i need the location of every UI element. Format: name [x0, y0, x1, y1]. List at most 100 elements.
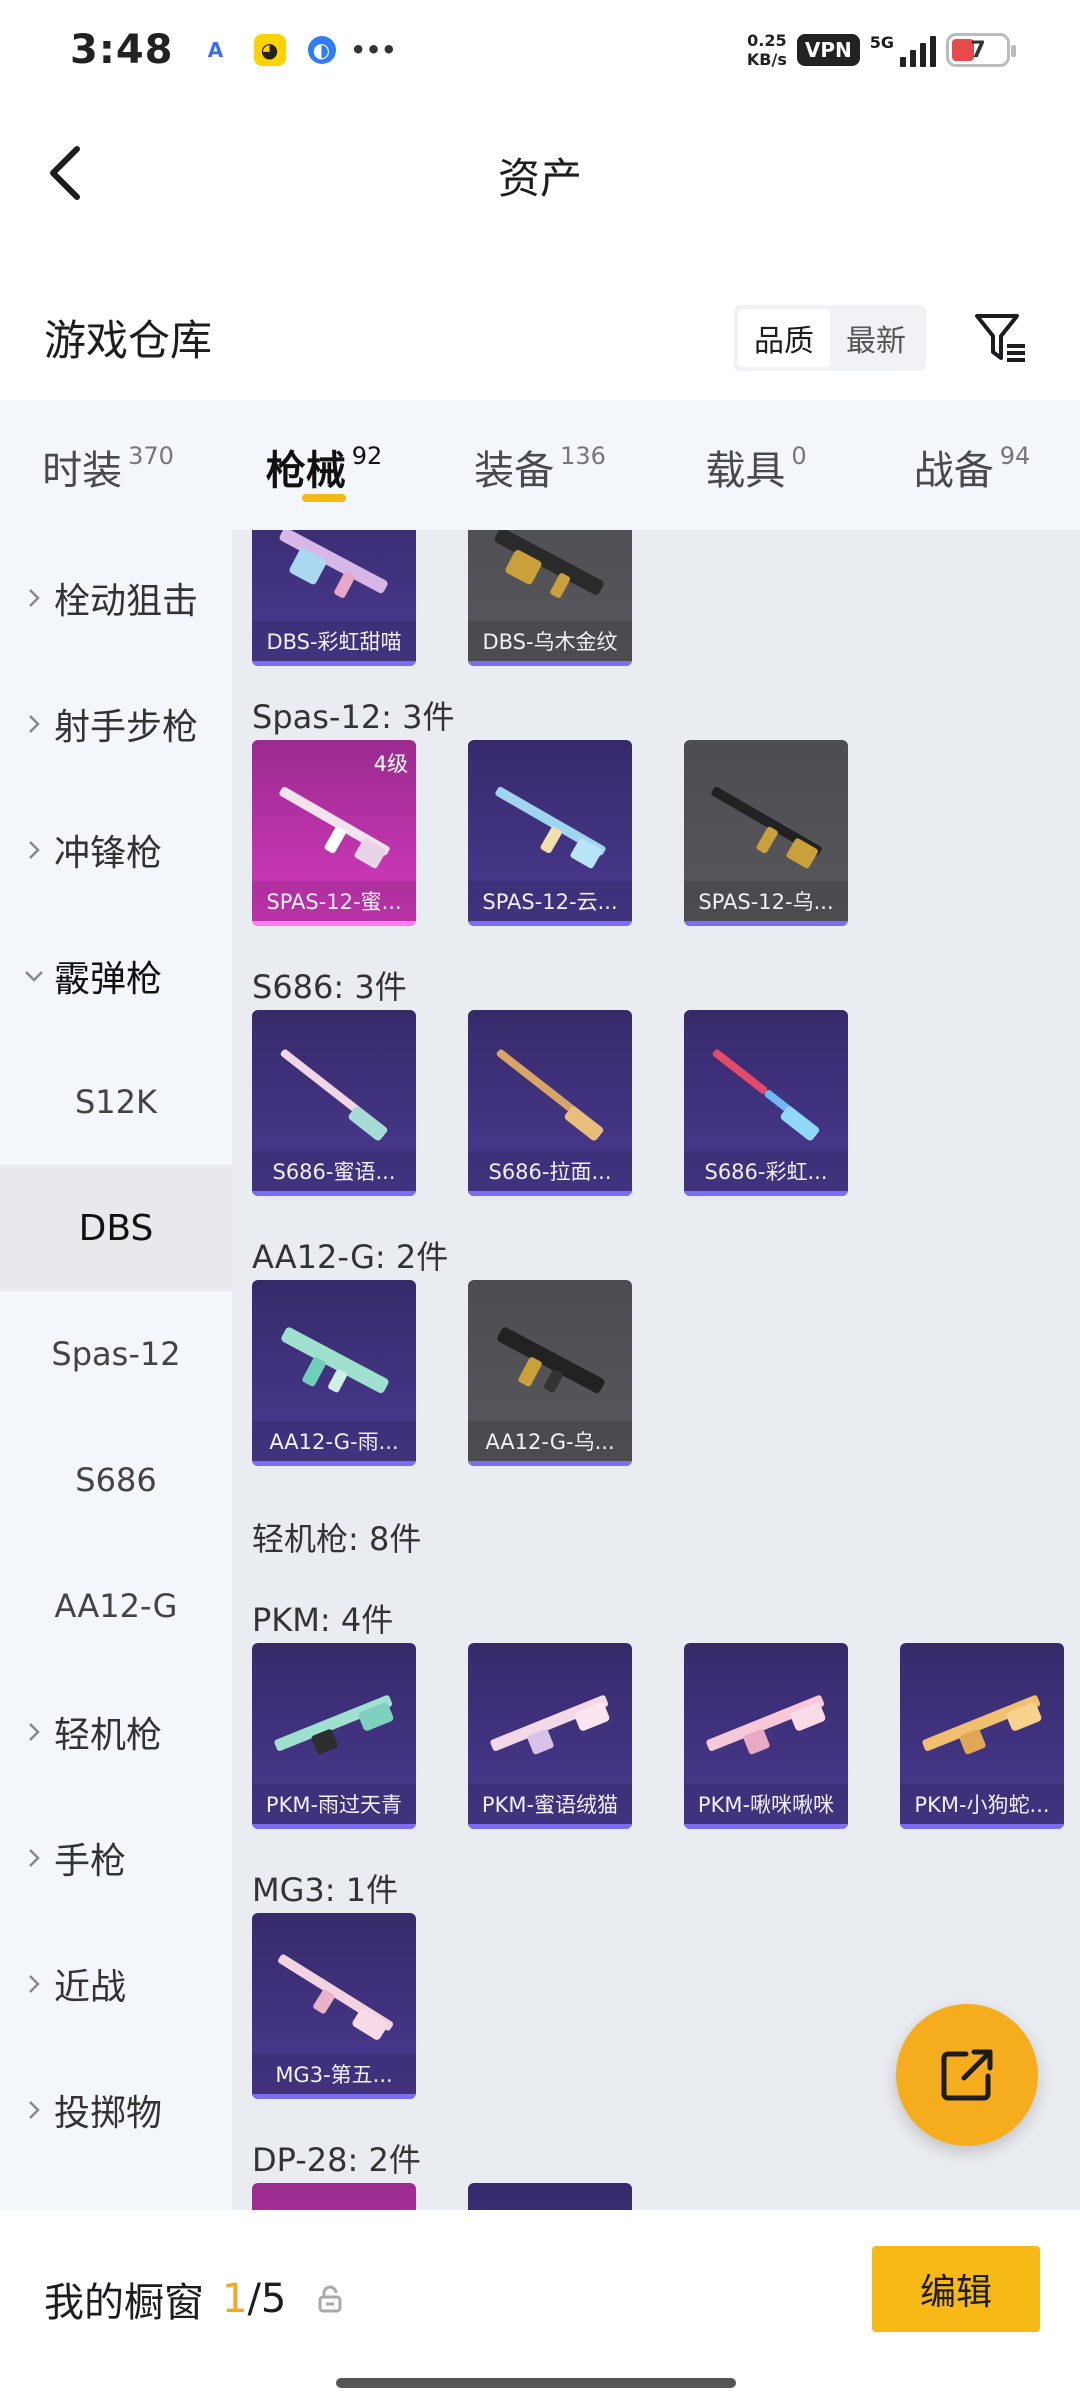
weapon-card[interactable]: PKM-雨过天青 [252, 1643, 416, 1829]
weapon-grid: DBS-彩虹甜喵 DBS-乌木金纹 Spas-12: 3件 4级 SPAS-12… [232, 530, 1080, 2210]
tab-supplies[interactable]: 战备 94 [864, 400, 1080, 530]
lock-icon [318, 2285, 342, 2313]
tab-count: 370 [128, 442, 174, 470]
shotgun-skin-icon [712, 1049, 820, 1141]
tab-count: 136 [560, 442, 606, 470]
sidebar-item-pistol[interactable]: 手枪 [0, 1795, 232, 1921]
weapon-card[interactable]: S686-蜜语... [252, 1010, 416, 1196]
sidebar-item-smg[interactable]: 冲锋枪 [0, 787, 232, 913]
status-time: 3:48 [70, 27, 174, 73]
tab-vehicles[interactable]: 载具 0 [648, 400, 864, 530]
machine-gun-skin-icon [278, 1954, 394, 2040]
sidebar-item-marksman-rifle[interactable]: 射手步枪 [0, 661, 232, 787]
tab-firearms[interactable]: 枪械 92 [216, 400, 432, 530]
group-pkm: PKM: 4件 PKM-雨过天青 PKM-蜜语绒猫 PKM-啾咪啾咪 PKM-小… [252, 1593, 1064, 1829]
active-tab-indicator [302, 494, 346, 502]
sort-toggle: 品质 最新 [734, 304, 926, 371]
weapon-name: SPAS-12-乌... [684, 881, 848, 921]
warehouse-title: 游戏仓库 [44, 316, 213, 365]
home-indicator[interactable] [336, 2378, 736, 2388]
sidebar-item-shotgun[interactable]: 霰弹枪 [0, 913, 232, 1039]
weapon-card[interactable]: AA12-G-雨... [252, 1280, 416, 1466]
weapon-name: AA12-G-乌... [468, 1421, 632, 1461]
chevron-right-icon [22, 586, 46, 610]
tab-label: 枪械 [265, 448, 346, 494]
sidebar-item-label: DBS [78, 1207, 154, 1249]
weapon-card[interactable]: S686-拉面... [468, 1010, 632, 1196]
sidebar-sub-aa12g[interactable]: AA12-G [0, 1543, 232, 1669]
sidebar-sub-s686[interactable]: S686 [0, 1417, 232, 1543]
group-aa12g: AA12-G: 2件 AA12-G-雨... AA12-G-乌... [252, 1230, 632, 1466]
sidebar-item-melee[interactable]: 近战 [0, 1921, 232, 2047]
weapon-card[interactable]: AA12-G-乌... [468, 1280, 632, 1466]
group-title: AA12-G: 2件 [252, 1238, 449, 1276]
weapon-card[interactable]: DBS-乌木金纹 [468, 530, 632, 666]
signal-icon: 5G [870, 33, 936, 67]
group-mg3: MG3: 1件 MG3-第五... [252, 1863, 416, 2099]
sort-newest-button[interactable]: 最新 [830, 309, 922, 367]
net-speed-value: 0.25 [747, 31, 787, 50]
edit-button[interactable]: 编辑 [872, 2246, 1040, 2332]
chevron-left-icon [50, 146, 80, 200]
weapon-name: MG3-第五... [252, 2054, 416, 2094]
back-button[interactable] [30, 138, 100, 208]
filter-button[interactable] [966, 303, 1036, 373]
sidebar-sub-s12k[interactable]: S12K [0, 1039, 232, 1165]
rifle-skin-icon [281, 1327, 389, 1394]
group-title: Spas-12: 3件 [252, 698, 455, 736]
sidebar-sub-dbs[interactable]: DBS [0, 1165, 232, 1291]
machine-gun-skin-icon [922, 1695, 1042, 1755]
net-speed-unit: KB/s [746, 50, 787, 69]
weapon-card[interactable]: PKM-小狗蛇... [900, 1643, 1064, 1829]
weapon-type-sidebar: 栓动狙击 射手步枪 冲锋枪 霰弹枪 S12K DBS Spas-12 S686 … [0, 530, 232, 2210]
weapon-card[interactable]: 4级 SPAS-12-蜜... [252, 740, 416, 926]
sidebar-item-label: 冲锋枪 [54, 833, 163, 874]
sidebar-sub-spas12[interactable]: Spas-12 [0, 1291, 232, 1417]
weapon-name: S686-彩虹... [684, 1151, 848, 1191]
weapon-name: AA12-G-雨... [252, 1421, 416, 1461]
category-tabs: 时装 370 枪械 92 装备 136 载具 0 战备 94 [0, 400, 1080, 530]
weapon-card[interactable]: SPAS-12-乌... [684, 740, 848, 926]
weapon-card[interactable]: PKM-蜜语绒猫 [468, 1643, 632, 1829]
showcase-info: 我的橱窗 1/5 [44, 2270, 344, 2328]
tab-fashion[interactable]: 时装 370 [0, 400, 216, 530]
sort-quality-button[interactable]: 品质 [738, 308, 830, 367]
chevron-right-icon [22, 712, 46, 736]
weapon-card[interactable]: PKM-啾咪啾咪 [684, 1643, 848, 1829]
weapon-card[interactable] [252, 2183, 416, 2210]
section-title: 轻机枪: 8件 [252, 1520, 422, 1558]
sidebar-item-bolt-sniper[interactable]: 栓动狙击 [0, 535, 232, 661]
weapon-card[interactable]: DBS-彩虹甜喵 [252, 530, 416, 666]
weapon-card[interactable]: S686-彩虹... [684, 1010, 848, 1196]
tab-label: 装备 [474, 448, 555, 494]
weapon-name: PKM-啾咪啾咪 [684, 1784, 848, 1824]
weapon-name: DBS-彩虹甜喵 [252, 621, 416, 661]
sidebar-item-throwable[interactable]: 投掷物 [0, 2047, 232, 2173]
sidebar-item-label: 近战 [54, 1967, 127, 2008]
shotgun-skin-icon [280, 1049, 388, 1141]
tab-equipment[interactable]: 装备 136 [432, 400, 648, 530]
tab-count: 0 [791, 442, 807, 470]
tab-count: 94 [999, 442, 1031, 470]
browser-icon: ◐ [307, 36, 336, 64]
weapon-name: PKM-雨过天青 [252, 1784, 416, 1824]
sidebar-item-lmg[interactable]: 轻机枪 [0, 1669, 232, 1795]
chevron-right-icon [22, 1972, 46, 1996]
app-notification-icon: A [207, 38, 224, 62]
weapon-name: S686-蜜语... [252, 1151, 416, 1191]
notification-icons: A ◕ ◐ ••• [200, 34, 397, 66]
showcase-current: 1 [222, 2276, 248, 2322]
group-spas12: Spas-12: 3件 4级 SPAS-12-蜜... SPAS-12-云...… [252, 690, 848, 926]
machine-gun-skin-icon [490, 1695, 610, 1755]
network-type: 5G [869, 33, 894, 52]
weapon-card[interactable]: MG3-第五... [252, 1913, 416, 2099]
weapon-card[interactable]: SPAS-12-云... [468, 740, 632, 926]
weapon-name: PKM-蜜语绒猫 [468, 1784, 632, 1824]
more-notifications-icon: ••• [350, 36, 397, 64]
share-fab-button[interactable] [896, 2004, 1038, 2146]
weapon-card[interactable] [468, 2183, 632, 2210]
tab-label: 载具 [705, 448, 786, 494]
showcase-total: /5 [247, 2276, 287, 2322]
group-title: DP-28: 2件 [252, 2141, 421, 2179]
status-bar: 3:48 A ◕ ◐ ••• 0.25 KB/s VPN 5G 7 [0, 0, 1080, 100]
